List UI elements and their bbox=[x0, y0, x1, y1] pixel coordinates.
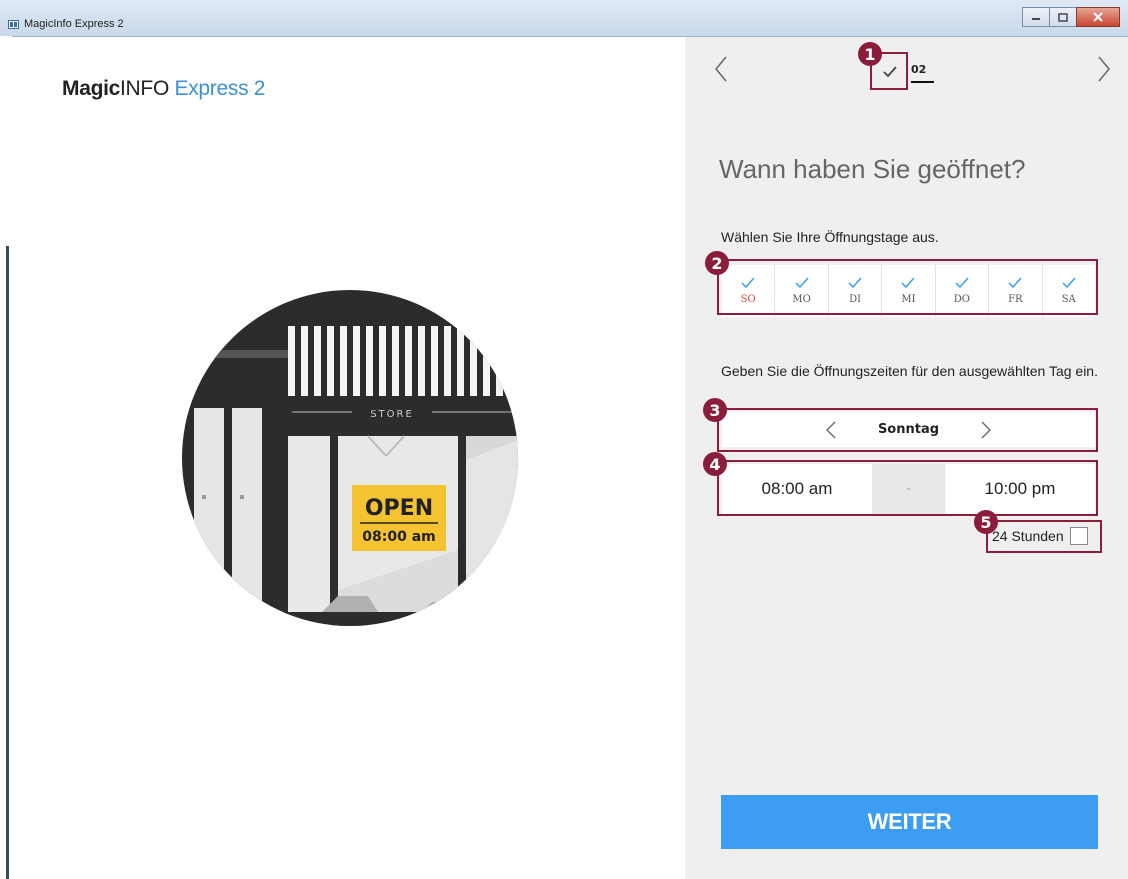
day-toggle-sa[interactable]: SA bbox=[1043, 265, 1095, 317]
store-illustration: STORE OPEN 08:00 am bbox=[182, 290, 518, 626]
right-panel: 02 Wann haben Sie geöffnet? Wählen Sie I… bbox=[685, 37, 1128, 879]
step-completed[interactable] bbox=[875, 57, 905, 87]
current-step-number: 02 bbox=[911, 63, 935, 83]
day-toggle-mi[interactable]: MI bbox=[882, 265, 936, 317]
logo-magic: Magic bbox=[62, 77, 121, 100]
window-title: MagicInfo Express 2 bbox=[24, 18, 124, 30]
open-time-field[interactable]: 08:00 am bbox=[722, 464, 872, 514]
weiter-button[interactable]: WEITER bbox=[721, 795, 1098, 849]
chevron-right-icon bbox=[1098, 56, 1110, 82]
day-toggle-fr[interactable]: FR bbox=[989, 265, 1043, 317]
app-logo: MagicINFO Express 2 bbox=[62, 77, 266, 101]
checkmark-icon bbox=[795, 277, 809, 289]
checkmark-icon bbox=[1062, 277, 1076, 289]
day-label: FR bbox=[1008, 294, 1023, 305]
minimize-icon bbox=[1032, 18, 1040, 20]
checkmark-icon bbox=[955, 277, 969, 289]
annotation-badge-2: 2 bbox=[705, 251, 729, 275]
day-label: MI bbox=[901, 294, 916, 305]
day-toggle-di[interactable]: DI bbox=[829, 265, 883, 317]
chevron-left-icon bbox=[715, 56, 727, 82]
day-toggle-so[interactable]: SO bbox=[722, 265, 776, 317]
annotation-badge-3: 3 bbox=[703, 398, 727, 422]
checkmark-icon bbox=[901, 277, 916, 289]
day-label: SA bbox=[1061, 294, 1076, 305]
page-heading: Wann haben Sie geöffnet? bbox=[719, 154, 1026, 184]
previous-page-button[interactable] bbox=[707, 53, 737, 85]
24-hours-checkbox[interactable] bbox=[1069, 527, 1088, 545]
time-separator: - bbox=[872, 464, 945, 514]
window-titlebar: MagicInfo Express 2 bbox=[0, 0, 1128, 37]
annotation-badge-1: 1 bbox=[858, 42, 882, 66]
day-label: SO bbox=[740, 294, 756, 305]
app-icon bbox=[8, 20, 19, 29]
opening-hours: 08:00 am - 10:00 pm bbox=[722, 464, 1095, 514]
step-indicator: 02 bbox=[875, 57, 945, 87]
day-toggle-do[interactable]: DO bbox=[936, 265, 990, 317]
weekday-selector: SO MO DI MI DO FR SA bbox=[722, 265, 1095, 317]
days-label: Wählen Sie Ihre Öffnungstage aus. bbox=[721, 229, 939, 245]
day-label: DI bbox=[849, 294, 862, 305]
minimize-button[interactable] bbox=[1022, 7, 1050, 27]
chevron-left-icon bbox=[826, 421, 836, 438]
selected-day: Sonntag bbox=[877, 422, 940, 437]
hours-label: Geben Sie die Öffnungszeiten für den aus… bbox=[721, 363, 1098, 379]
checkmark-icon bbox=[848, 277, 862, 289]
maximize-icon bbox=[1058, 12, 1068, 22]
close-button[interactable] bbox=[1076, 7, 1120, 27]
open-sign-time: 08:00 am bbox=[362, 529, 435, 545]
day-toggle-mo[interactable]: MO bbox=[775, 265, 829, 317]
logo-info: INFO bbox=[120, 77, 169, 100]
checkmark-icon bbox=[741, 277, 755, 289]
annotation-badge-5: 5 bbox=[974, 510, 998, 534]
close-icon bbox=[1093, 12, 1103, 22]
day-label: MO bbox=[792, 294, 811, 305]
checkmark-icon bbox=[883, 66, 897, 78]
day-label: DO bbox=[953, 294, 970, 305]
24-hours-label: 24 Stunden bbox=[992, 528, 1064, 544]
window-edge bbox=[6, 246, 9, 879]
previous-day-button[interactable] bbox=[820, 419, 842, 441]
chevron-right-icon bbox=[981, 421, 991, 438]
annotation-badge-4: 4 bbox=[703, 452, 727, 476]
store-sign: STORE bbox=[370, 409, 414, 420]
left-panel: MagicINFO Express 2 STORE OPEN 08:00 am bbox=[12, 37, 684, 879]
maximize-button[interactable] bbox=[1049, 7, 1077, 27]
day-navigator: Sonntag bbox=[722, 412, 1095, 447]
open-sign-label: OPEN bbox=[365, 496, 433, 521]
close-time-field[interactable]: 10:00 pm bbox=[945, 464, 1095, 514]
logo-express: Express 2 bbox=[168, 77, 266, 100]
checkmark-icon bbox=[1008, 277, 1022, 289]
next-day-button[interactable] bbox=[975, 419, 997, 441]
24-hours-option: 24 Stunden bbox=[992, 527, 1088, 545]
next-page-button[interactable] bbox=[1088, 53, 1118, 85]
